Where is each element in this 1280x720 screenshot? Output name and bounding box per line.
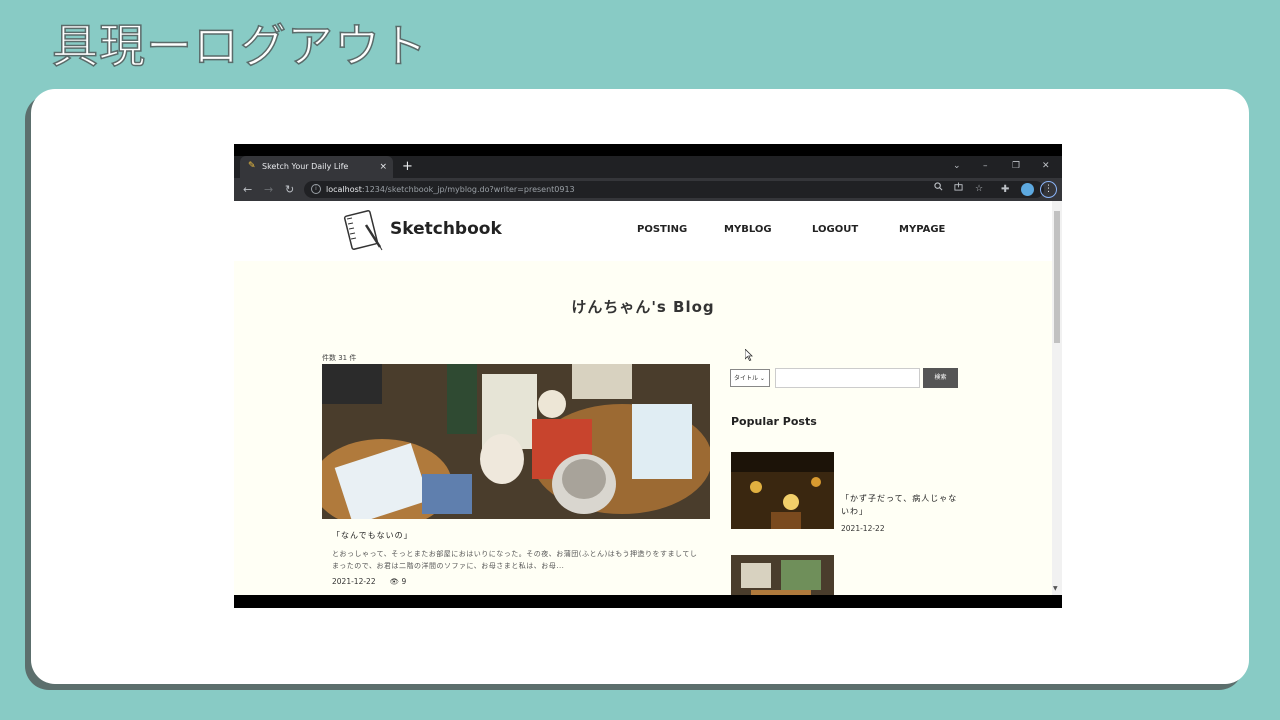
avatar[interactable] xyxy=(1021,183,1034,196)
popular-post-thumbnail-2[interactable] xyxy=(731,555,834,595)
minimize-button[interactable]: – xyxy=(983,156,988,176)
browser-menu-icon[interactable]: ⋮ xyxy=(1040,181,1057,198)
post-views: 9 xyxy=(401,577,407,586)
site-header: Sketchbook POSTING MYBLOG LOGOUT MYPAGE xyxy=(234,201,1052,261)
post-date: 2021-12-22 xyxy=(332,577,376,586)
search-icon[interactable] xyxy=(934,181,943,198)
scroll-down-icon[interactable]: ▼ xyxy=(1053,585,1058,592)
new-tab-button[interactable]: + xyxy=(402,156,413,178)
back-icon[interactable]: ← xyxy=(243,178,252,201)
post-card[interactable]: 「なんでもないの」 とおっしゃって、そっとまたお部屋におはいりになった。その夜、… xyxy=(322,364,710,595)
extensions-icon[interactable]: ✚ xyxy=(1001,178,1009,201)
browser-tab[interactable]: ✎ Sketch Your Daily Life × xyxy=(240,156,393,178)
search-input[interactable] xyxy=(775,368,920,388)
restore-button[interactable]: ❐ xyxy=(1012,156,1020,176)
search-button[interactable]: 検索 xyxy=(923,368,958,388)
nav-myblog[interactable]: MYBLOG xyxy=(724,217,772,243)
page-viewport: Sketchbook POSTING MYBLOG LOGOUT MYPAGE … xyxy=(234,201,1062,595)
share-icon[interactable] xyxy=(954,181,963,198)
post-meta: 2021-12-22 👁 9 xyxy=(332,577,406,586)
scrollbar[interactable]: ▼ xyxy=(1052,201,1062,595)
post-count: 件数 31 件 xyxy=(322,354,357,362)
navigation-bar: ← → ↻ i localhost:1234/sketchbook_jp/myb… xyxy=(234,178,1062,201)
blog-title: けんちゃん's Blog xyxy=(571,298,715,316)
browser-screenshot: ✎ Sketch Your Daily Life × + ⌄ – ❐ ✕ ← →… xyxy=(234,144,1062,608)
reload-icon[interactable]: ↻ xyxy=(285,178,294,201)
popular-posts-title: Popular Posts xyxy=(731,415,817,428)
nav-logout[interactable]: LOGOUT xyxy=(812,217,858,243)
nav-mypage[interactable]: MYPAGE xyxy=(899,217,945,243)
url-text: localhost:1234/sketchbook_jp/myblog.do?w… xyxy=(326,185,575,194)
mouse-cursor-icon xyxy=(745,349,753,361)
site-logo-text[interactable]: Sketchbook xyxy=(390,214,502,244)
search-type-select[interactable]: タイトル ⌄ xyxy=(730,369,770,387)
post-title[interactable]: 「なんでもないの」 xyxy=(332,530,413,541)
pencil-icon: ✎ xyxy=(248,161,256,171)
address-bar[interactable]: i localhost:1234/sketchbook_jp/myblog.do… xyxy=(304,181,1044,198)
forward-icon[interactable]: → xyxy=(264,178,273,201)
popular-post-title[interactable]: 「かず子だって、病人じゃないわ」 xyxy=(841,492,959,518)
post-thumbnail[interactable] xyxy=(322,364,710,519)
star-icon[interactable]: ☆ xyxy=(975,181,983,198)
tab-title: Sketch Your Daily Life xyxy=(262,162,349,171)
sketchbook-logo-icon[interactable] xyxy=(342,207,384,251)
tab-search-icon[interactable]: ⌄ xyxy=(953,156,961,176)
scrollbar-thumb[interactable] xyxy=(1054,211,1060,343)
post-excerpt: とおっしゃって、そっとまたお部屋におはいりになった。その夜、お蒲団(ふとん)はも… xyxy=(332,550,698,570)
close-window-button[interactable]: ✕ xyxy=(1042,156,1050,176)
eye-icon: 👁 xyxy=(389,577,400,586)
slide-title: 具現ーログアウト xyxy=(51,18,428,74)
tab-bar: ✎ Sketch Your Daily Life × + ⌄ – ❐ ✕ xyxy=(234,156,1062,178)
info-icon[interactable]: i xyxy=(311,184,321,194)
nav-posting[interactable]: POSTING xyxy=(637,217,687,243)
popular-post-date: 2021-12-22 xyxy=(841,524,885,533)
close-tab-icon[interactable]: × xyxy=(379,156,387,178)
popular-post-thumbnail[interactable] xyxy=(731,452,834,529)
